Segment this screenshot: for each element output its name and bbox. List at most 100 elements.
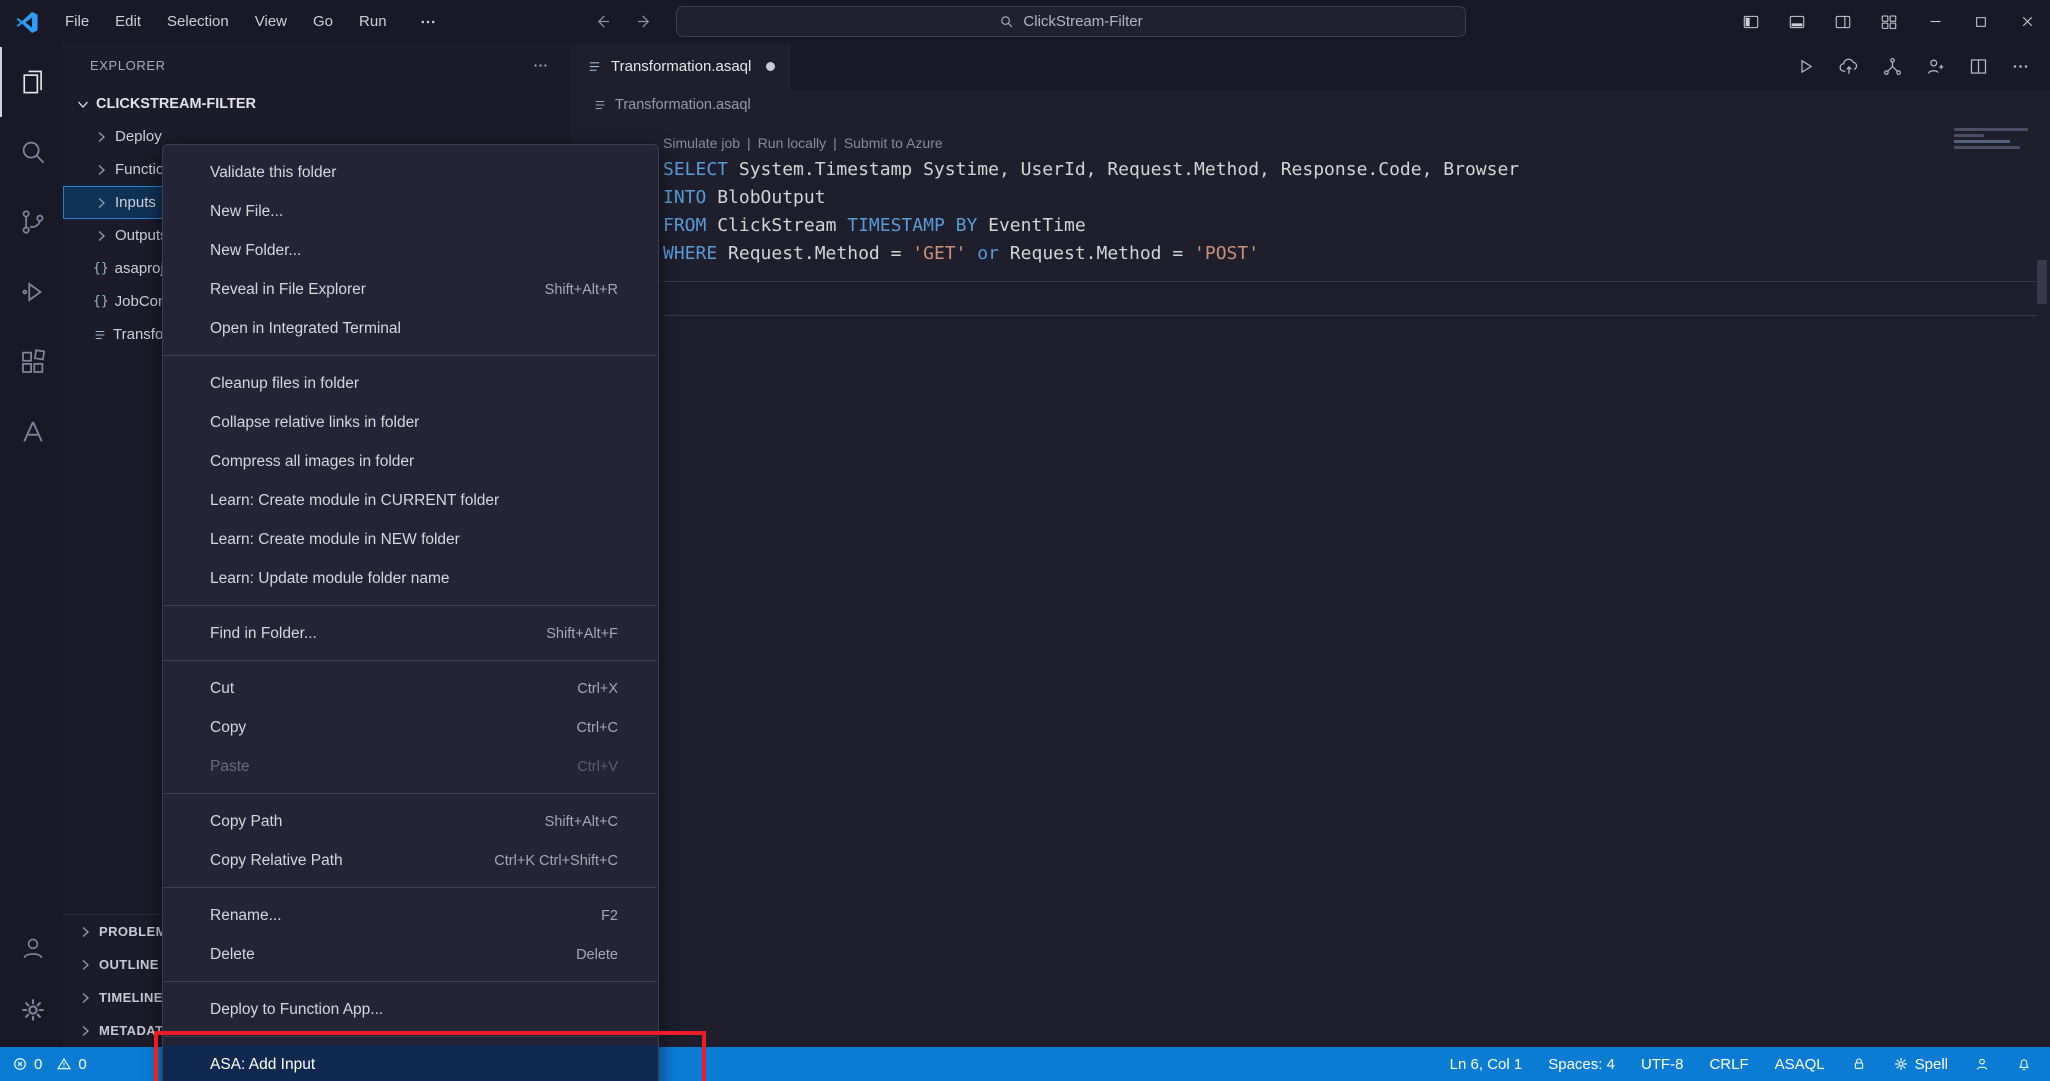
menu-item-rename[interactable]: Rename... F2 xyxy=(163,896,658,935)
lock-icon[interactable] xyxy=(1851,1056,1867,1072)
split-editor-icon[interactable] xyxy=(1968,56,1989,77)
go-back-icon[interactable] xyxy=(588,7,618,37)
menu-item-asa-add-input[interactable]: ASA: Add Input xyxy=(163,1045,658,1081)
menu-item-new-file[interactable]: New File... xyxy=(163,192,658,231)
menu-item-copy-relative-path[interactable]: Copy Relative Path Ctrl+K Ctrl+Shift+C xyxy=(163,841,658,880)
menu-item-label: Validate this folder xyxy=(210,163,337,181)
menu-separator xyxy=(164,887,657,888)
menu-separator xyxy=(164,660,657,661)
tab-bar: Transformation.asaql xyxy=(571,43,2050,90)
minimize-icon[interactable] xyxy=(1912,0,1958,43)
search-input[interactable]: ClickStream-Filter xyxy=(676,6,1466,37)
tab-transformation-asaql[interactable]: Transformation.asaql xyxy=(571,43,791,90)
menu-item-validate-this-folder[interactable]: Validate this folder xyxy=(163,153,658,192)
encoding[interactable]: UTF-8 xyxy=(1641,1056,1684,1073)
azure-icon[interactable] xyxy=(0,397,63,467)
menu-item-cut[interactable]: Cut Ctrl+X xyxy=(163,669,658,708)
menu-item-shortcut: Delete xyxy=(576,946,618,963)
code-editor[interactable]: Simulate job | Run locally | Submit to Azure… xyxy=(571,120,2050,1047)
source-control-icon[interactable] xyxy=(0,187,63,257)
scrollbar[interactable] xyxy=(2037,260,2047,304)
go-forward-icon[interactable] xyxy=(628,7,658,37)
menu-file[interactable]: File xyxy=(52,0,102,43)
title-bar: File Edit Selection View Go Run ClickStream-F… xyxy=(0,0,2050,43)
tree-root-clickstream-filter[interactable]: CLICKSTREAM-FILTER xyxy=(63,87,571,120)
menu-item-open-in-integrated-terminal[interactable]: Open in Integrated Terminal xyxy=(163,309,658,348)
hierarchy-icon[interactable] xyxy=(1882,56,1903,77)
cursor-position[interactable]: Ln 6, Col 1 xyxy=(1450,1056,1523,1073)
toggle-secondary-sidebar-icon[interactable] xyxy=(1820,0,1866,43)
vscode-logo-icon xyxy=(14,9,40,35)
breadcrumb[interactable]: Transformation.asaql xyxy=(571,90,2050,120)
menu-item-deploy-to-function-app[interactable]: Deploy to Function App... xyxy=(163,990,658,1029)
close-icon[interactable] xyxy=(2004,0,2050,43)
editor-ruler-line xyxy=(663,281,2036,282)
menu-item-find-in-folder[interactable]: Find in Folder... Shift+Alt+F xyxy=(163,614,658,653)
menu-item-learn-update-module-folder-name[interactable]: Learn: Update module folder name xyxy=(163,559,658,598)
file-icon xyxy=(593,98,607,112)
extensions-icon[interactable] xyxy=(0,327,63,397)
toggle-sidebar-icon[interactable] xyxy=(1728,0,1774,43)
menu-item-label: Copy Path xyxy=(210,812,283,830)
spell-checker[interactable]: Spell xyxy=(1893,1056,1948,1073)
spell-gear-icon xyxy=(1893,1056,1909,1072)
menu-go[interactable]: Go xyxy=(300,0,346,43)
menu-item-copy-path[interactable]: Copy Path Shift+Alt+C xyxy=(163,802,658,841)
codelens-run-locally[interactable]: Run locally xyxy=(758,135,826,151)
cloud-upload-icon[interactable] xyxy=(1838,56,1860,78)
menu-item-compress-all-images-in-folder[interactable]: Compress all images in folder xyxy=(163,442,658,481)
run-icon[interactable] xyxy=(1795,56,1816,77)
editor-actions xyxy=(1795,43,2050,90)
modified-dot-icon[interactable] xyxy=(766,62,776,71)
search-icon xyxy=(999,14,1014,29)
editor-more-actions-icon[interactable] xyxy=(2011,57,2030,76)
settings-gear-icon[interactable] xyxy=(0,979,63,1041)
menu-item-delete[interactable]: Delete Delete xyxy=(163,935,658,974)
menu-item-reveal-in-file-explorer[interactable]: Reveal in File Explorer Shift+Alt+R xyxy=(163,270,658,309)
explorer-icon[interactable] xyxy=(0,47,63,117)
menu-item-cleanup-files-in-folder[interactable]: Cleanup files in folder xyxy=(163,364,658,403)
explorer-title: EXPLORER xyxy=(90,57,166,73)
feedback-icon[interactable] xyxy=(1974,1056,1990,1072)
menu-item-label: Cut xyxy=(210,679,235,697)
menu-view[interactable]: View xyxy=(242,0,300,43)
menu-item-label: Deploy to Function App... xyxy=(210,1000,384,1018)
menu-bar: File Edit Selection View Go Run xyxy=(52,0,400,43)
menu-item-collapse-relative-links-in-folder[interactable]: Collapse relative links in folder xyxy=(163,403,658,442)
indentation[interactable]: Spaces: 4 xyxy=(1548,1056,1615,1073)
customize-layout-icon[interactable] xyxy=(1866,0,1912,43)
menu-selection[interactable]: Selection xyxy=(154,0,242,43)
codelens-simulate-job[interactable]: Simulate job xyxy=(663,135,740,151)
menu-separator xyxy=(164,981,657,982)
account-icon[interactable] xyxy=(0,917,63,979)
language-mode[interactable]: ASAQL xyxy=(1775,1056,1825,1073)
menu-item-copy[interactable]: Copy Ctrl+C xyxy=(163,708,658,747)
run-debug-icon[interactable] xyxy=(0,257,63,327)
menu-separator xyxy=(164,793,657,794)
menu-item-new-folder[interactable]: New Folder... xyxy=(163,231,658,270)
problems-status[interactable]: 0 0 xyxy=(12,1056,87,1073)
menu-item-learn-create-module-in-new-folder[interactable]: Learn: Create module in NEW folder xyxy=(163,520,658,559)
notifications-bell-icon[interactable] xyxy=(2016,1056,2032,1072)
chevron-right-icon xyxy=(93,195,109,211)
chevron-right-icon xyxy=(93,129,109,145)
codelens-submit-to-azure[interactable]: Submit to Azure xyxy=(844,135,943,151)
codelens-separator: | xyxy=(833,135,837,151)
explorer-more-actions-icon[interactable] xyxy=(532,57,549,74)
maximize-icon[interactable] xyxy=(1958,0,2004,43)
search-sidebar-icon[interactable] xyxy=(0,117,63,187)
menu-more-icon[interactable] xyxy=(406,0,450,43)
live-share-icon[interactable] xyxy=(1925,56,1946,77)
toggle-panel-icon[interactable] xyxy=(1774,0,1820,43)
menu-run[interactable]: Run xyxy=(346,0,400,43)
menu-item-shortcut: Shift+Alt+R xyxy=(544,281,618,298)
menu-item-label: New File... xyxy=(210,202,284,220)
minimap[interactable] xyxy=(1954,128,2032,149)
menu-item-label: Cleanup files in folder xyxy=(210,374,360,392)
eol-sequence[interactable]: CRLF xyxy=(1709,1056,1748,1073)
menu-edit[interactable]: Edit xyxy=(102,0,154,43)
menu-item-paste[interactable]: Paste Ctrl+V xyxy=(163,747,658,786)
menu-item-learn-create-module-in-current-folder[interactable]: Learn: Create module in CURRENT folder xyxy=(163,481,658,520)
warning-count: 0 xyxy=(78,1055,87,1073)
code-line: SELECT System.Timestamp Systime, UserId,… xyxy=(663,159,1520,180)
